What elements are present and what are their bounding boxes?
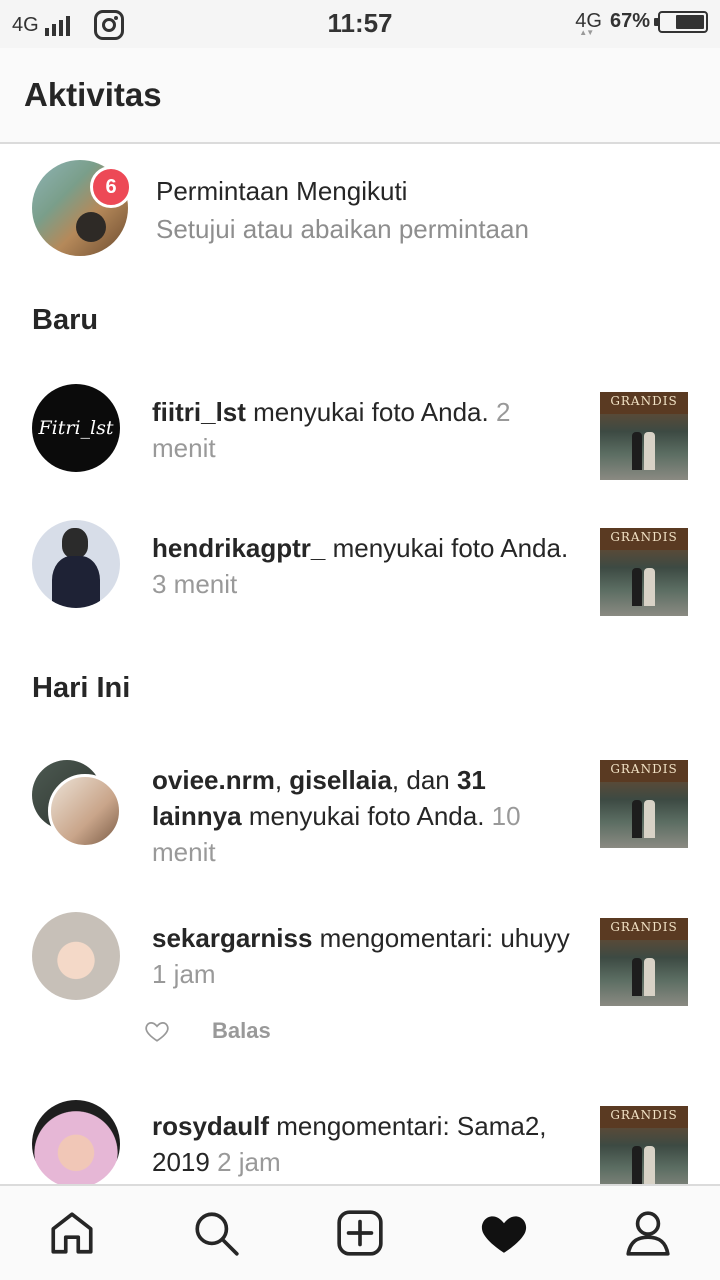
battery-icon [654,10,708,33]
avatar-text: Fitri_lst [38,417,114,439]
status-bar: 4G 11:57 4G 67% [0,0,720,48]
follow-requests-row[interactable]: 6 Permintaan Mengikuti Setujui atau abai… [0,146,720,266]
nav-profile[interactable] [618,1203,678,1263]
notification-action: menyukai foto Anda. [325,533,569,563]
username-link[interactable]: sekargarniss [152,923,312,953]
post-thumbnail[interactable]: GRANDIS [600,1106,688,1194]
notification-text: oviee.nrm, gisellaia, dan 31 lainnya men… [152,762,572,870]
notification-text: sekargarniss mengomentari: uhuyy 1 jam [152,920,572,992]
activity-heart-icon [481,1216,527,1253]
thumb-sign: GRANDIS [600,528,688,550]
thumb-sign: GRANDIS [600,760,688,782]
username-link[interactable]: oviee.nrm [152,765,275,795]
section-title-today: Hari Ini [32,672,131,704]
notification-text: fiitri_lst menyukai foto Anda. 2 menit [152,394,572,466]
post-thumbnail[interactable]: GRANDIS [600,760,688,848]
separator: , dan [391,765,457,795]
reply-button[interactable]: Balas [212,1018,271,1044]
avatar[interactable] [32,520,120,608]
app-header: Aktivitas [0,48,720,144]
notification-text: rosydaulf mengomentari: Sama2, 2019 2 ja… [152,1108,572,1180]
nav-home[interactable] [42,1203,102,1263]
bottom-navigation [0,1184,720,1280]
home-icon [51,1212,93,1254]
avatar[interactable]: Fitri_lst [32,384,120,472]
thumb-sign: GRANDIS [600,1106,688,1128]
avatar-primary[interactable] [48,774,122,848]
post-thumbnail[interactable]: GRANDIS [600,918,688,1006]
timestamp: 3 menit [152,569,238,599]
notification-action: mengomentari: uhuyy [312,923,570,953]
thumb-sign: GRANDIS [600,918,688,940]
network-type-right: 4G [575,10,602,37]
timestamp: 1 jam [152,959,216,989]
avatar[interactable] [32,912,120,1000]
follow-request-count-badge: 6 [90,166,132,208]
like-comment-heart-icon[interactable] [144,1018,170,1044]
username-link[interactable]: rosydaulf [152,1111,269,1141]
nav-search[interactable] [186,1203,246,1263]
follow-request-subtitle: Setujui atau abaikan permintaan [156,214,529,244]
username-link[interactable]: gisellaia [289,765,392,795]
page-title: Aktivitas [24,76,162,113]
notification-action: menyukai foto Anda. [245,397,489,427]
section-title-new: Baru [32,304,99,336]
notification-action: menyukai foto Anda. [241,801,485,831]
notification-text: hendrikagptr_ menyukai foto Anda. 3 meni… [152,530,572,602]
battery-percent: 67% [609,10,650,32]
status-right: 4G 67% [575,10,708,37]
add-post-icon [337,1210,383,1256]
separator: , [274,765,290,795]
nav-add-post[interactable] [330,1203,390,1263]
post-thumbnail[interactable]: GRANDIS [600,392,688,480]
username-link[interactable]: hendrikagptr_ [152,533,325,563]
username-link[interactable]: fiitri_lst [152,397,246,427]
search-icon [195,1212,239,1256]
thumb-sign: GRANDIS [600,392,688,414]
post-thumbnail[interactable]: GRANDIS [600,528,688,616]
nav-activity[interactable] [474,1203,534,1263]
timestamp: 2 jam [209,1147,281,1177]
follow-request-title: Permintaan Mengikuti [156,176,408,206]
profile-icon [626,1211,670,1256]
avatar[interactable] [32,1100,120,1188]
